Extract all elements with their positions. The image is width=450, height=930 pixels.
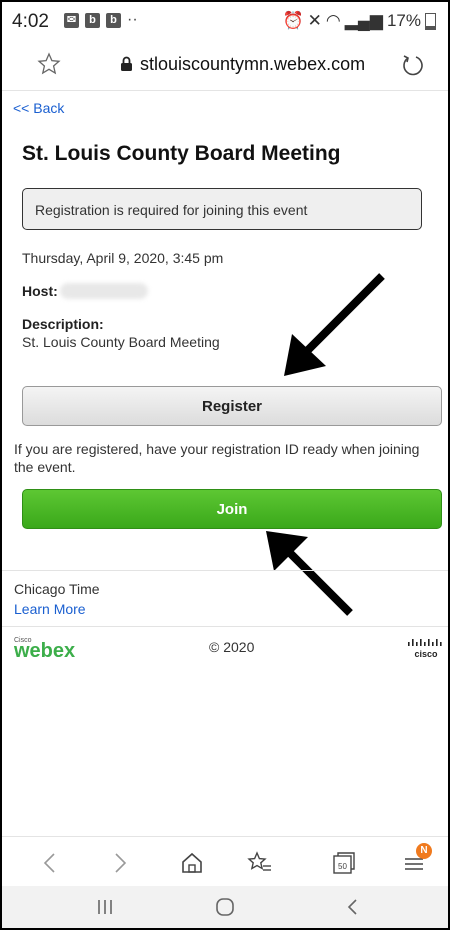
battery-percent: 17% [386,11,421,30]
webex-logo: Cisco webex [14,637,75,660]
register-button[interactable]: Register [22,386,442,426]
back-link[interactable]: << Back [13,100,64,116]
registration-notice: Registration is required for joining thi… [22,188,422,230]
status-right: ⏰ ✕ ◠ ▂▄▆ 17% [282,11,436,31]
arrow-to-register-icon [284,273,385,376]
description-text: St. Louis County Board Meeting [22,334,220,350]
back-button-icon[interactable] [342,896,364,918]
phone-screen: 4:02 ✉ b b ·· ⏰ ✕ ◠ ▂▄▆ 17% stlouiscount… [0,0,450,930]
arrow-to-join-icon [266,531,353,616]
webex-logo-text: webex [14,640,75,660]
copyright: © 2020 [209,639,255,655]
notification-badge: N [416,843,432,859]
b-app-icon: b [106,13,121,28]
divider [2,570,448,571]
signal-icon: ▂▄▆ [344,11,383,30]
wifi-icon: ◠ [325,11,341,30]
tabs-count: 50 [338,862,347,871]
timezone-label: Chicago Time [14,581,100,597]
more-notifications-icon: ·· [127,11,138,28]
forward-arrow-icon[interactable] [106,849,134,877]
b-app-icon: b [85,13,100,28]
bookmark-star-icon[interactable] [37,52,61,76]
host-name-redacted [60,283,148,299]
battery-icon [425,12,436,30]
reload-icon[interactable] [400,52,426,78]
url-text[interactable]: stlouiscountymn.webex.com [140,54,365,75]
lock-icon [121,56,132,71]
alarm-icon: ⏰ [282,11,304,30]
back-arrow-icon[interactable] [36,849,64,877]
home-button-icon[interactable] [214,896,236,918]
browser-bottom-nav: 50 N [2,836,448,887]
divider [2,626,448,627]
join-button[interactable]: Join [22,489,442,529]
browser-url-bar: stlouiscountymn.webex.com [2,40,448,91]
system-nav-bar [2,886,448,928]
learn-more-link[interactable]: Learn More [14,601,86,617]
status-bar: 4:02 ✉ b b ·· ⏰ ✕ ◠ ▂▄▆ 17% [2,2,448,38]
home-icon[interactable] [178,849,206,877]
page-title: St. Louis County Board Meeting [22,142,341,165]
status-time: 4:02 [12,11,49,32]
bookmarks-icon[interactable] [246,849,274,877]
mute-icon: ✕ [307,11,322,30]
mail-icon: ✉ [64,13,79,28]
registration-id-note: If you are registered, have your registr… [14,441,420,475]
host-label: Host: [22,283,58,299]
description-label: Description: [22,316,104,332]
notification-icons: ✉ b b ·· [64,11,138,28]
recent-apps-icon[interactable] [94,896,116,918]
tabs-icon[interactable]: 50 [330,849,358,877]
cisco-logo: cisco [408,639,442,659]
cisco-logo-text: cisco [414,649,438,659]
event-datetime: Thursday, April 9, 2020, 3:45 pm [22,250,224,266]
